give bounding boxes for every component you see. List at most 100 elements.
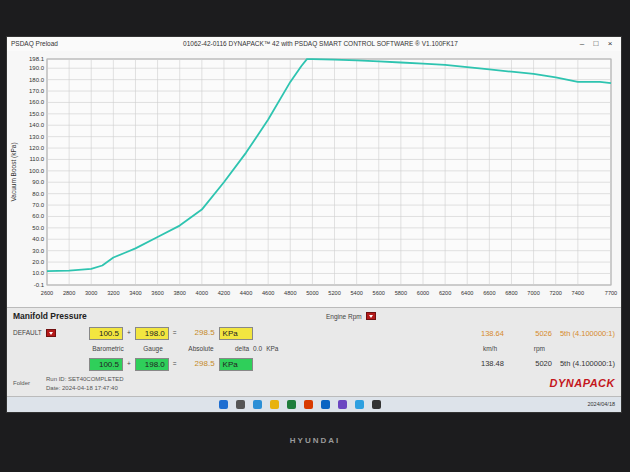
grid-line — [555, 59, 556, 285]
app-icon[interactable] — [372, 400, 381, 409]
grid-line — [47, 125, 611, 126]
y-tick: 150.0 — [29, 111, 45, 117]
grid-line — [533, 59, 534, 285]
grid-line — [511, 59, 512, 285]
app-icon[interactable] — [219, 400, 228, 409]
x-tick: 6200 — [439, 290, 451, 296]
reading-row: DEFAULT100.5+198.0=298.5KPa138.6450265th… — [13, 327, 615, 340]
rpm-unit: rpm — [505, 344, 545, 354]
x-tick: 5400 — [350, 290, 362, 296]
app-icon[interactable] — [304, 400, 313, 409]
grid-line — [47, 285, 611, 286]
preset-dropdown[interactable] — [46, 329, 56, 337]
grid-line — [47, 59, 48, 285]
label-row: BarometricGaugeAbsolutedelta0.0KPakm/hrp… — [13, 344, 615, 354]
absolute-value: 298.5 — [181, 358, 215, 370]
x-tick: 3000 — [85, 290, 97, 296]
run-date: Date: 2024-04-18 17:47:40 — [46, 384, 124, 393]
absolute-label: Absolute — [179, 344, 223, 354]
unit-label: KPa — [219, 327, 253, 340]
monitor-screen: PSDAQ Preload 01062-42-0116 DYNAPACK™ 42 … — [6, 36, 622, 413]
reading-row: 100.5+198.0=298.5KPa138.4850205th (4.100… — [13, 358, 615, 371]
y-tick: 80.0 — [32, 191, 44, 197]
window-control[interactable]: □ — [589, 39, 603, 49]
grid-line — [312, 59, 313, 285]
gauge-field[interactable]: 198.0 — [135, 358, 169, 371]
grid-line — [47, 91, 611, 92]
x-tick: 3800 — [173, 290, 185, 296]
gear-value: 5th (4.100000:1) — [560, 358, 615, 369]
monitor-brand: HYUNDAI — [0, 435, 630, 447]
app-icon[interactable] — [321, 400, 330, 409]
delta-label: delta — [235, 344, 249, 354]
y-tick: 160.0 — [29, 99, 45, 105]
app-icon[interactable] — [236, 400, 245, 409]
y-tick: 198.1 — [29, 56, 45, 62]
x-tick: 5600 — [373, 290, 385, 296]
grid-line — [334, 59, 335, 285]
y-tick: 170.0 — [29, 88, 45, 94]
grid-line — [611, 59, 612, 285]
window-control[interactable]: × — [603, 39, 617, 49]
speed-readout: 138.6450265th (4.100000:1) — [464, 328, 615, 339]
gear-value: 5th (4.100000:1) — [560, 328, 615, 339]
y-tick: 70.0 — [32, 202, 44, 208]
gauge-label: Gauge — [131, 344, 175, 354]
grid-line — [400, 59, 401, 285]
x-tick: 3600 — [151, 290, 163, 296]
x-tick: 4600 — [262, 290, 274, 296]
plot-area — [47, 59, 611, 285]
speed-value: 138.64 — [464, 328, 504, 339]
app-icon[interactable] — [253, 400, 262, 409]
grid-line — [201, 59, 202, 285]
y-tick: 130.0 — [29, 134, 45, 140]
barometric-field[interactable]: 100.5 — [89, 327, 123, 340]
app-name: PSDAQ Preload — [11, 39, 58, 49]
x-axis-dropdown[interactable] — [366, 312, 376, 320]
x-tick: 5200 — [328, 290, 340, 296]
x-tick: 7200 — [549, 290, 561, 296]
x-tick: 4800 — [284, 290, 296, 296]
x-tick: 7000 — [527, 290, 539, 296]
folder-label: Folder — [13, 379, 30, 388]
title-bar: PSDAQ Preload 01062-42-0116 DYNAPACK™ 42 … — [7, 37, 621, 51]
grid-line — [47, 239, 611, 240]
gauge-field[interactable]: 198.0 — [135, 327, 169, 340]
grid-line — [290, 59, 291, 285]
x-tick: 2800 — [63, 290, 75, 296]
app-icon[interactable] — [355, 400, 364, 409]
grid-line — [47, 216, 611, 217]
window-control[interactable]: – — [575, 39, 589, 49]
plus-sign: + — [127, 359, 131, 369]
window-title: 01062-42-0116 DYNAPACK™ 42 with PSDAQ SM… — [66, 39, 575, 49]
grid-line — [47, 79, 611, 80]
grid-line — [47, 227, 611, 228]
x-tick: 3200 — [107, 290, 119, 296]
y-axis-label: Vacuum Boost (kPa) — [10, 142, 18, 201]
grid-line — [69, 59, 70, 285]
barometric-field[interactable]: 100.5 — [89, 358, 123, 371]
app-icon[interactable] — [338, 400, 347, 409]
y-tick: 40.0 — [32, 236, 44, 242]
grid-line — [47, 262, 611, 263]
x-tick: 2600 — [41, 290, 53, 296]
grid-line — [268, 59, 269, 285]
spacer — [553, 344, 615, 354]
x-axis-label: Engine Rpm — [326, 312, 362, 322]
unit-labels: km/hrpm — [457, 344, 615, 354]
y-tick: 140.0 — [29, 122, 45, 128]
y-tick: 90.0 — [32, 179, 44, 185]
y-tick: 190.0 — [29, 65, 45, 71]
app-icon[interactable] — [287, 400, 296, 409]
x-tick: 6600 — [483, 290, 495, 296]
grid-line — [47, 68, 611, 69]
x-tick: 3400 — [129, 290, 141, 296]
x-tick: 4400 — [240, 290, 252, 296]
app-icon[interactable] — [270, 400, 279, 409]
speed-value: 138.48 — [464, 358, 504, 369]
grid-line — [47, 170, 611, 171]
grid-line — [47, 205, 611, 206]
preset-cell: DEFAULT — [13, 328, 85, 338]
readout-panel: Manifold PressureEngine RpmDEFAULT100.5+… — [7, 307, 621, 396]
grid-line — [445, 59, 446, 285]
